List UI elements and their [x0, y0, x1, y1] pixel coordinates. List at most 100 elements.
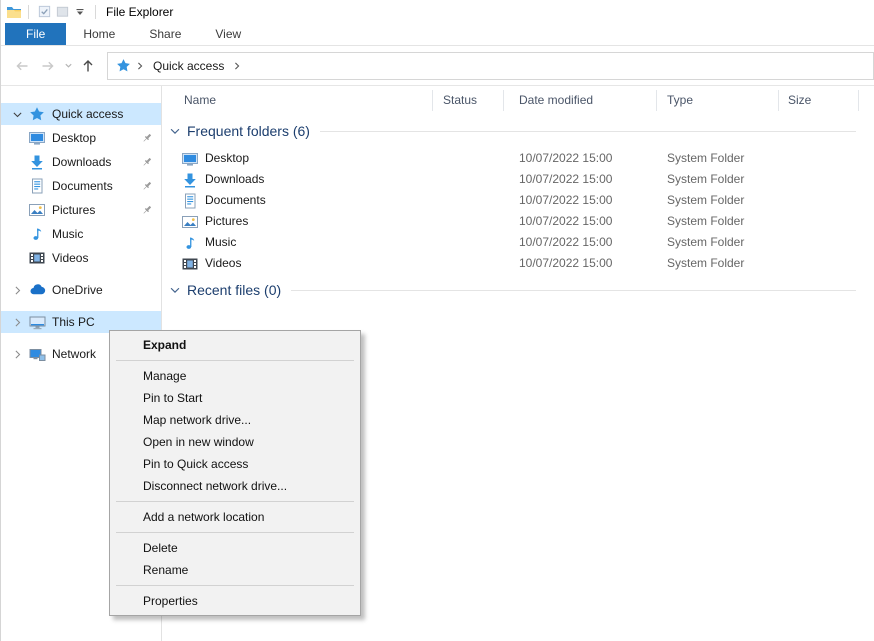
- sidebar-item-desktop[interactable]: Desktop: [1, 127, 161, 149]
- navigation-bar: Quick access: [1, 46, 874, 86]
- tab-file[interactable]: File: [5, 23, 66, 45]
- tab-view[interactable]: View: [198, 23, 258, 45]
- context-menu-separator: [116, 360, 354, 361]
- tab-home[interactable]: Home: [66, 23, 132, 45]
- group-rule: [291, 290, 856, 291]
- group-label: Recent files (0): [187, 282, 281, 298]
- sidebar-item-label: Videos: [52, 251, 88, 265]
- sidebar-item-documents[interactable]: Documents: [1, 175, 161, 197]
- file-row-desktop[interactable]: Desktop 10/07/2022 15:00 System Folder: [162, 148, 874, 169]
- column-header-name[interactable]: Name: [184, 93, 216, 107]
- qat-new-folder-button[interactable]: [53, 3, 71, 21]
- context-menu-item-disconnect-network-drive[interactable]: Disconnect network drive...: [110, 475, 360, 497]
- file-type: System Folder: [667, 211, 744, 232]
- file-row-documents[interactable]: Documents 10/07/2022 15:00 System Folder: [162, 190, 874, 211]
- pin-icon: [141, 156, 153, 168]
- file-name: Videos: [205, 253, 241, 274]
- sidebar-item-label: Pictures: [52, 203, 95, 217]
- back-button[interactable]: [9, 53, 35, 79]
- context-menu-item-properties[interactable]: Properties: [110, 590, 360, 612]
- column-divider[interactable]: [432, 90, 433, 111]
- this-pc-icon: [28, 314, 46, 330]
- context-menu-separator: [116, 585, 354, 586]
- column-header-size[interactable]: Size: [788, 93, 811, 107]
- file-row-videos[interactable]: Videos 10/07/2022 15:00 System Folder: [162, 253, 874, 274]
- context-menu-separator: [116, 501, 354, 502]
- pin-icon: [141, 180, 153, 192]
- pin-icon: [141, 132, 153, 144]
- context-menu-item-add-network-location[interactable]: Add a network location: [110, 506, 360, 528]
- desktop-icon: [28, 130, 46, 146]
- file-date-modified: 10/07/2022 15:00: [519, 190, 612, 211]
- qat-separator: [28, 5, 29, 19]
- column-header-date-modified[interactable]: Date modified: [519, 93, 593, 107]
- sidebar-item-label: OneDrive: [52, 283, 103, 297]
- documents-icon: [182, 193, 198, 209]
- qat-properties-button[interactable]: [35, 3, 53, 21]
- frequent-folders-list: Desktop 10/07/2022 15:00 System Folder D…: [162, 148, 874, 274]
- sidebar-item-label: Downloads: [52, 155, 111, 169]
- sidebar-item-videos[interactable]: Videos: [1, 247, 161, 269]
- chevron-right-icon[interactable]: [10, 316, 24, 329]
- pin-icon: [141, 204, 153, 216]
- column-divider[interactable]: [503, 90, 504, 111]
- group-rule: [320, 131, 856, 132]
- column-header-type[interactable]: Type: [667, 93, 693, 107]
- chevron-right-icon[interactable]: [10, 284, 24, 297]
- column-divider[interactable]: [778, 90, 779, 111]
- desktop-icon: [182, 151, 198, 167]
- group-header-frequent-folders[interactable]: Frequent folders (6): [168, 121, 874, 141]
- downloads-icon: [28, 154, 46, 170]
- chevron-down-icon: [168, 124, 182, 138]
- file-date-modified: 10/07/2022 15:00: [519, 148, 612, 169]
- qat-customize-dropdown-icon[interactable]: [71, 3, 89, 21]
- context-menu-item-open-in-new-window[interactable]: Open in new window: [110, 431, 360, 453]
- address-bar[interactable]: Quick access: [107, 52, 874, 80]
- chevron-right-icon[interactable]: [10, 348, 24, 361]
- context-menu-item-rename[interactable]: Rename: [110, 559, 360, 581]
- context-menu-item-pin-to-start[interactable]: Pin to Start: [110, 387, 360, 409]
- file-row-music[interactable]: Music 10/07/2022 15:00 System Folder: [162, 232, 874, 253]
- file-type: System Folder: [667, 169, 744, 190]
- sidebar-item-onedrive[interactable]: OneDrive: [1, 279, 161, 301]
- context-menu-item-expand[interactable]: Expand: [110, 334, 360, 356]
- column-header-status[interactable]: Status: [443, 93, 477, 107]
- recent-locations-dropdown-icon[interactable]: [61, 53, 75, 79]
- forward-button[interactable]: [35, 53, 61, 79]
- up-button[interactable]: [75, 53, 101, 79]
- sidebar-item-label: Desktop: [52, 131, 96, 145]
- group-header-recent-files[interactable]: Recent files (0): [168, 280, 874, 300]
- breadcrumb-item-quick-access[interactable]: Quick access: [149, 59, 228, 73]
- sidebar-item-label: Quick access: [52, 107, 123, 121]
- file-name: Pictures: [205, 211, 248, 232]
- file-name: Downloads: [205, 169, 264, 190]
- breadcrumb-chevron-icon: [230, 59, 244, 73]
- file-type: System Folder: [667, 148, 744, 169]
- pictures-icon: [28, 202, 46, 218]
- breadcrumb-chevron-icon: [133, 59, 147, 73]
- context-menu-item-delete[interactable]: Delete: [110, 537, 360, 559]
- file-type: System Folder: [667, 190, 744, 211]
- context-menu-item-pin-to-quick-access[interactable]: Pin to Quick access: [110, 453, 360, 475]
- sidebar-item-music[interactable]: Music: [1, 223, 161, 245]
- context-menu-item-manage[interactable]: Manage: [110, 365, 360, 387]
- file-row-pictures[interactable]: Pictures 10/07/2022 15:00 System Folder: [162, 211, 874, 232]
- chevron-down-icon: [168, 283, 182, 297]
- downloads-icon: [182, 172, 198, 188]
- sidebar-item-quick-access[interactable]: Quick access: [1, 103, 161, 125]
- file-row-downloads[interactable]: Downloads 10/07/2022 15:00 System Folder: [162, 169, 874, 190]
- column-divider[interactable]: [858, 90, 859, 111]
- qat-separator: [95, 5, 96, 19]
- column-divider[interactable]: [656, 90, 657, 111]
- sidebar-item-label: Documents: [52, 179, 113, 193]
- tab-share[interactable]: Share: [132, 23, 198, 45]
- chevron-down-icon[interactable]: [10, 108, 24, 121]
- context-menu-item-map-network-drive[interactable]: Map network drive...: [110, 409, 360, 431]
- sidebar-item-downloads[interactable]: Downloads: [1, 151, 161, 173]
- pictures-icon: [182, 214, 198, 230]
- context-menu: Expand Manage Pin to Start Map network d…: [109, 330, 361, 616]
- file-name: Desktop: [205, 148, 249, 169]
- title-bar: File Explorer: [1, 0, 874, 23]
- music-icon: [182, 235, 198, 251]
- sidebar-item-pictures[interactable]: Pictures: [1, 199, 161, 221]
